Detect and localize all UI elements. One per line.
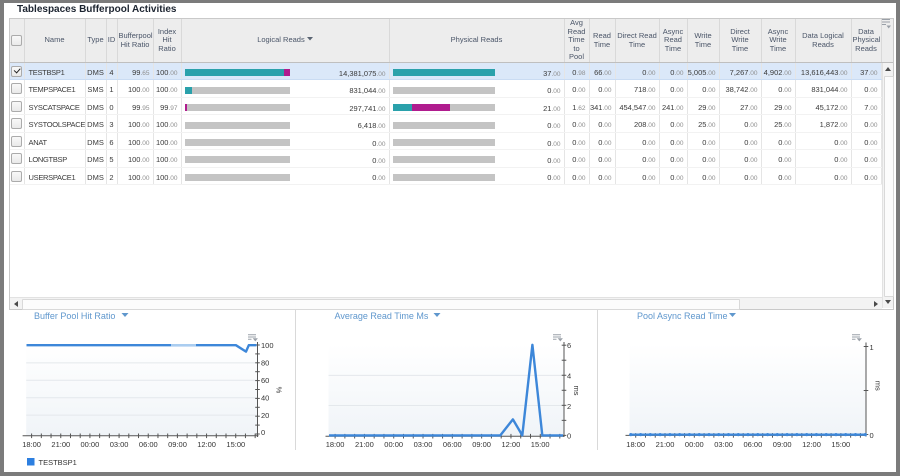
svg-text:Pool Async Read Time: Pool Async Read Time <box>637 311 728 321</box>
svg-text:09:00: 09:00 <box>472 440 491 449</box>
svg-text:4: 4 <box>567 372 571 381</box>
svg-text:12:00: 12:00 <box>502 440 521 449</box>
svg-text:Buffer Pool Hit Ratio: Buffer Pool Hit Ratio <box>34 311 115 321</box>
svg-text:40: 40 <box>261 393 269 402</box>
svg-text:03:00: 03:00 <box>714 440 733 449</box>
svg-text:0: 0 <box>261 428 265 437</box>
svg-text:2: 2 <box>567 402 571 411</box>
svg-text:18:00: 18:00 <box>626 440 645 449</box>
svg-text:09:00: 09:00 <box>773 440 792 449</box>
svg-text:06:00: 06:00 <box>139 440 158 449</box>
svg-text:60: 60 <box>261 376 269 385</box>
svg-text:1: 1 <box>870 343 874 352</box>
svg-text:15:00: 15:00 <box>226 440 245 449</box>
svg-text:00:00: 00:00 <box>685 440 704 449</box>
svg-text:00:00: 00:00 <box>384 440 403 449</box>
svg-text:15:00: 15:00 <box>531 440 550 449</box>
svg-text:ms: ms <box>572 386 581 396</box>
svg-text:0: 0 <box>567 432 571 441</box>
svg-text:6: 6 <box>567 341 571 350</box>
svg-text:12:00: 12:00 <box>802 440 821 449</box>
svg-text:15:00: 15:00 <box>831 440 850 449</box>
svg-text:18:00: 18:00 <box>326 440 345 449</box>
svg-text:03:00: 03:00 <box>110 440 129 449</box>
svg-text:00:00: 00:00 <box>81 440 100 449</box>
svg-text:TESTBSP1: TESTBSP1 <box>39 458 77 467</box>
svg-text:20: 20 <box>261 411 269 420</box>
svg-text:06:00: 06:00 <box>744 440 763 449</box>
svg-text:80: 80 <box>261 359 269 368</box>
svg-text:06:00: 06:00 <box>443 440 462 449</box>
svg-text:Average Read Time Ms: Average Read Time Ms <box>335 311 429 321</box>
svg-text:0: 0 <box>870 431 874 440</box>
svg-text:21:00: 21:00 <box>656 440 675 449</box>
svg-text:ms: ms <box>874 381 883 391</box>
svg-text:12:00: 12:00 <box>197 440 216 449</box>
svg-text:21:00: 21:00 <box>355 440 374 449</box>
svg-text:03:00: 03:00 <box>414 440 433 449</box>
svg-text:21:00: 21:00 <box>51 440 70 449</box>
svg-text:%: % <box>275 387 284 394</box>
svg-text:09:00: 09:00 <box>168 440 187 449</box>
svg-text:100: 100 <box>261 341 274 350</box>
svg-text:18:00: 18:00 <box>22 440 41 449</box>
